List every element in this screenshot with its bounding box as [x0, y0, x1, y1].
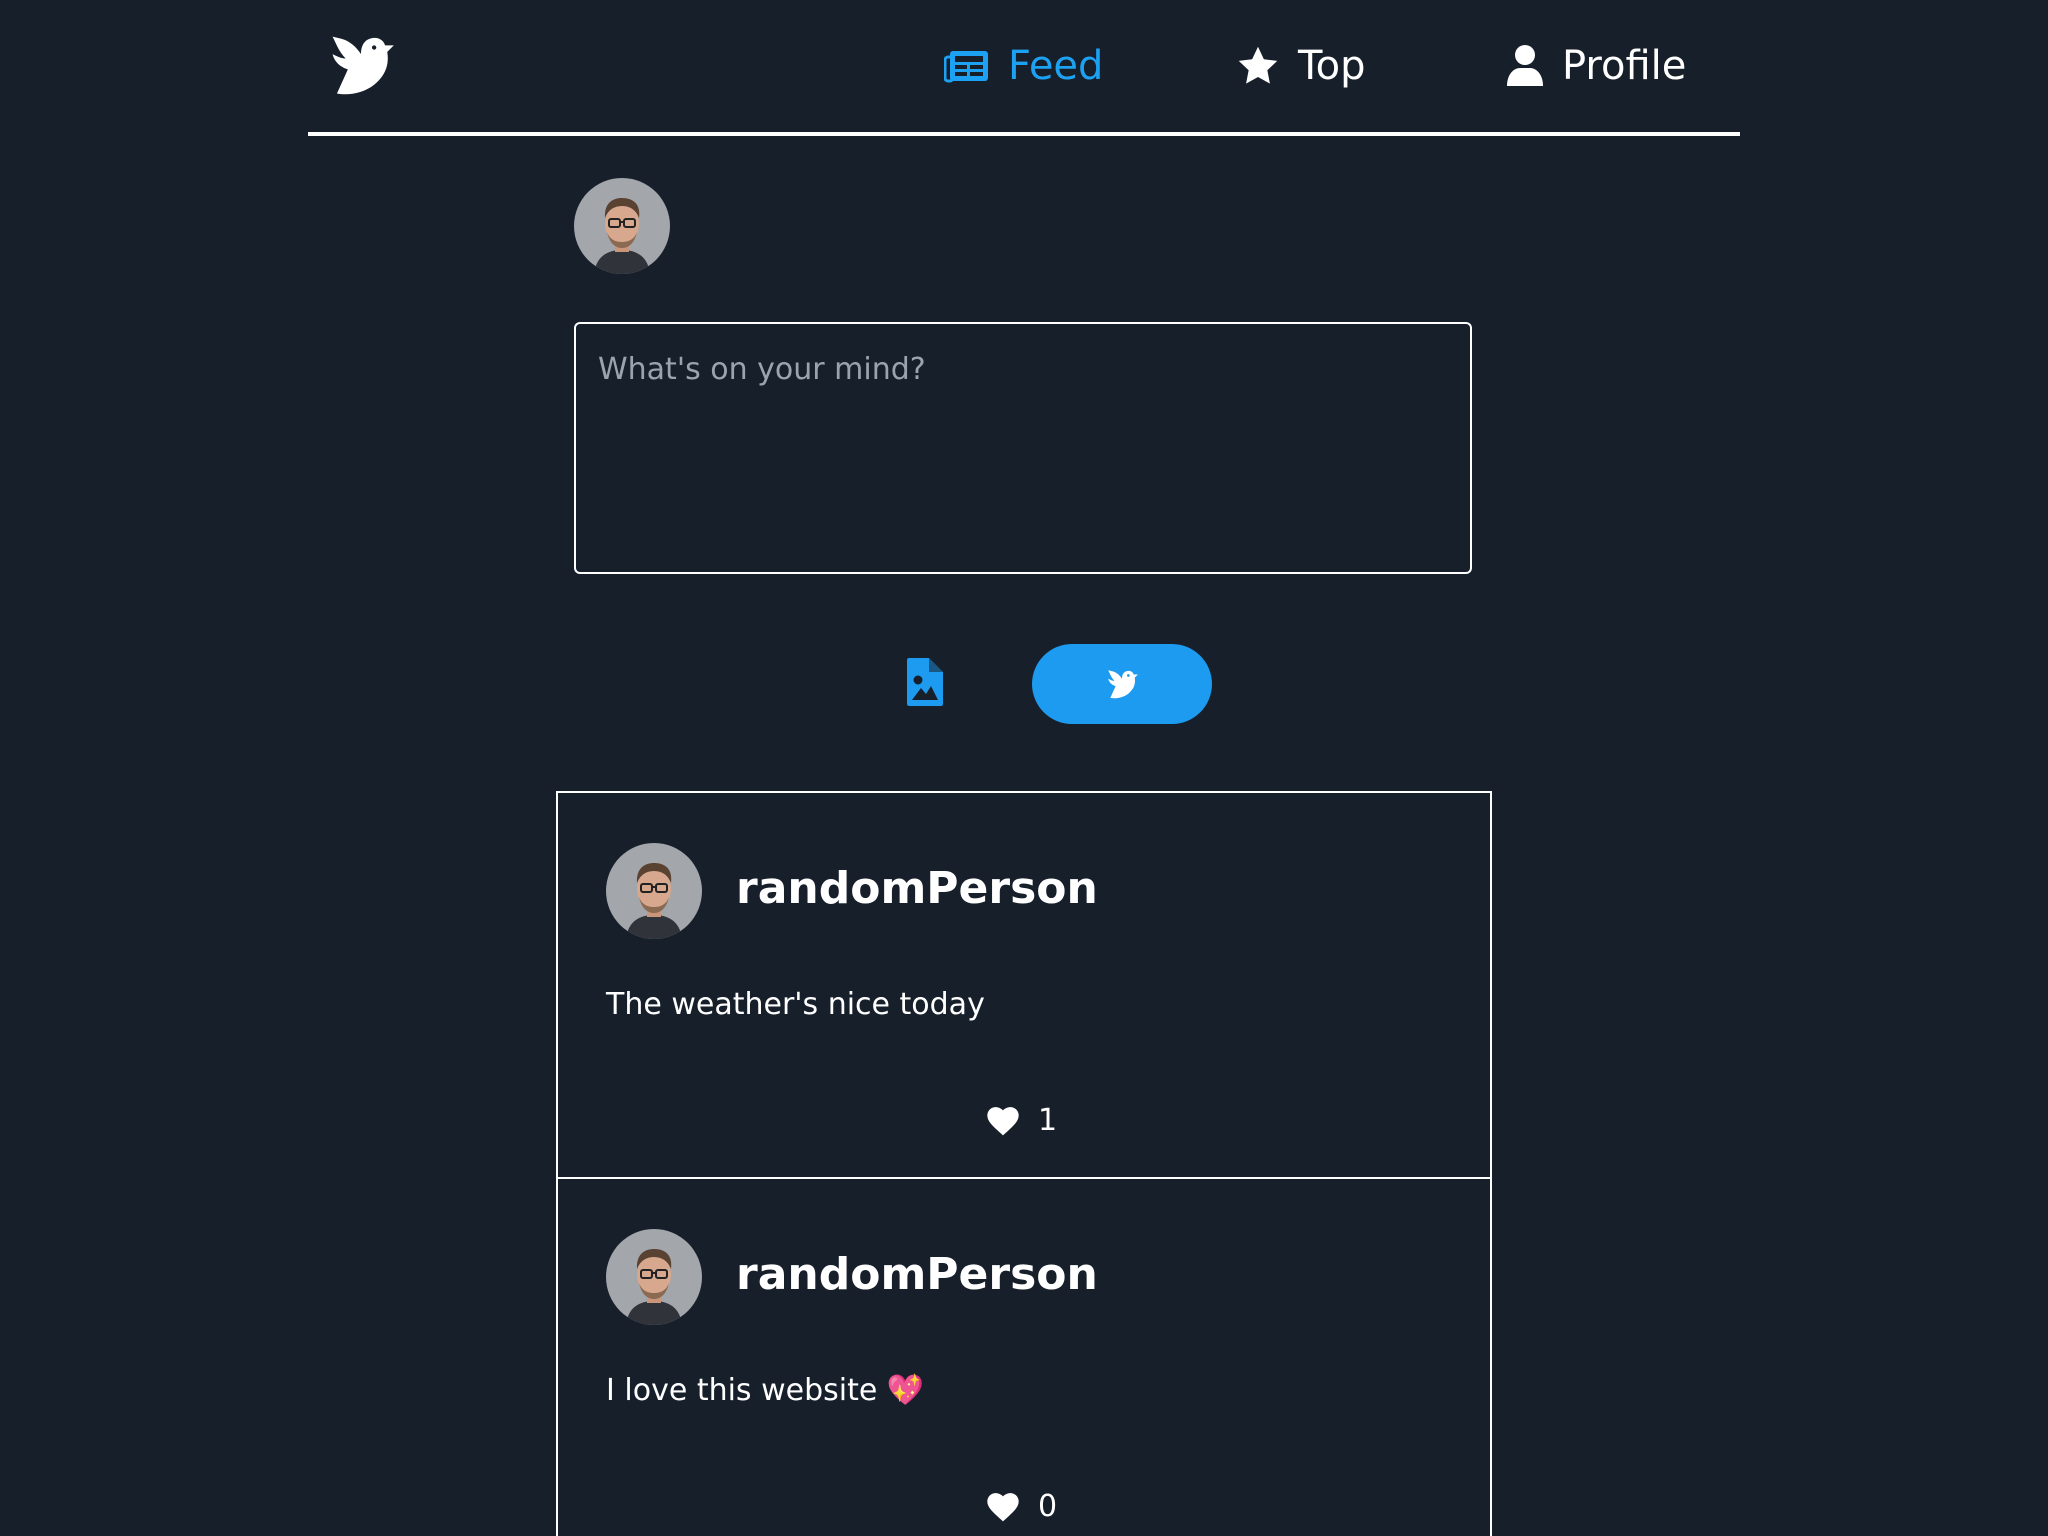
dove-logo-icon[interactable] — [326, 30, 396, 100]
app-page: Feed Top Profile What's on your mind? ra… — [0, 0, 2048, 1536]
nav-profile[interactable]: Profile — [1506, 40, 1686, 92]
nav-top-label: Top — [1298, 43, 1366, 89]
post-feed: randomPerson The weather's nice today 1 — [556, 791, 1492, 1536]
dove-icon — [1108, 670, 1138, 699]
composer-avatar[interactable] — [574, 178, 670, 274]
user-icon — [1507, 45, 1543, 86]
post-compose-input[interactable] — [574, 322, 1472, 574]
nav-feed-label: Feed — [1008, 43, 1104, 89]
post-text: I love this website 💖 — [606, 1373, 925, 1408]
post-username[interactable]: randomPerson — [736, 863, 1098, 914]
post-author-avatar[interactable] — [606, 1229, 702, 1325]
heart-icon — [987, 1492, 1019, 1521]
like-button[interactable]: 1 — [986, 1103, 1057, 1138]
like-count: 0 — [1038, 1489, 1058, 1524]
post-username[interactable]: randomPerson — [736, 1249, 1098, 1300]
post-text: The weather's nice today — [606, 987, 985, 1022]
post-button[interactable] — [1032, 644, 1212, 724]
nav-top[interactable]: Top — [1236, 40, 1366, 92]
post-card: randomPerson The weather's nice today 1 — [556, 791, 1492, 1179]
nav-profile-label: Profile — [1562, 43, 1687, 89]
nav-feed[interactable]: Feed — [944, 40, 1103, 92]
post-author-avatar[interactable] — [606, 843, 702, 939]
like-button[interactable]: 0 — [986, 1489, 1057, 1524]
top-navigation: Feed Top Profile — [308, 0, 1740, 136]
star-icon — [1238, 46, 1278, 84]
like-count: 1 — [1038, 1103, 1058, 1138]
post-card: randomPerson I love this website 💖 0 — [556, 1177, 1492, 1536]
newspaper-icon — [944, 51, 988, 83]
heart-icon — [987, 1106, 1019, 1135]
image-file-icon[interactable] — [902, 658, 948, 706]
